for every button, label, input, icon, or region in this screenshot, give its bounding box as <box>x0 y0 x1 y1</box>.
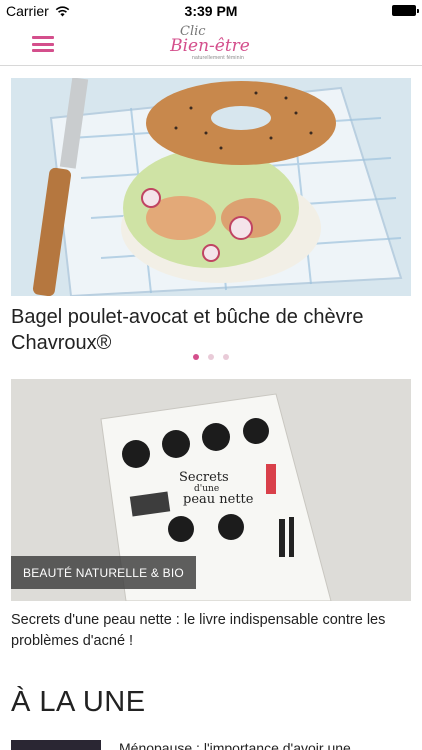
article-image[interactable]: Secrets d'une peau nette BEAUTÉ NATURELL… <box>11 379 411 601</box>
battery-icon <box>392 5 419 16</box>
status-right <box>392 5 419 16</box>
article-title[interactable]: Secrets d'une peau nette : le livre indi… <box>11 610 411 652</box>
list-item[interactable]: Ménopause : l'importance d'avoir une <box>11 740 411 750</box>
section-title: À LA UNE <box>11 686 146 718</box>
pagination-dot-active[interactable] <box>193 354 199 360</box>
menu-button[interactable] <box>32 36 54 52</box>
book-title-line1: Secrets <box>179 470 229 485</box>
logo-main-text: Bien-être <box>170 36 250 56</box>
bagel-illustration <box>11 78 411 296</box>
app-logo[interactable]: Clic Bien-être naturellement féminin <box>170 25 250 62</box>
featured-carousel[interactable]: Bagel poulet-avocat et bûche de chèvre C… <box>0 67 422 367</box>
article-card[interactable]: Secrets d'une peau nette BEAUTÉ NATURELL… <box>11 379 411 652</box>
pagination-dot[interactable] <box>223 354 229 360</box>
list-item-thumbnail <box>11 740 101 750</box>
category-badge[interactable]: BEAUTÉ NATURELLE & BIO <box>11 556 196 589</box>
nav-bar: Clic Bien-être naturellement féminin <box>0 22 422 66</box>
menu-icon-bar <box>32 36 54 39</box>
status-time: 3:39 PM <box>184 3 238 19</box>
book-title-line3: peau nette <box>183 492 254 507</box>
menu-icon-bar <box>32 49 54 52</box>
carousel-item-title[interactable]: Bagel poulet-avocat et bûche de chèvre C… <box>11 304 411 356</box>
hero-image-bagel[interactable] <box>11 78 411 296</box>
menu-icon-bar <box>32 42 54 46</box>
pagination-dot[interactable] <box>208 354 214 360</box>
list-item-title: Ménopause : l'importance d'avoir une <box>119 740 351 750</box>
carousel-pagination[interactable] <box>0 354 422 360</box>
status-bar: Carrier 3:39 PM <box>0 0 422 22</box>
